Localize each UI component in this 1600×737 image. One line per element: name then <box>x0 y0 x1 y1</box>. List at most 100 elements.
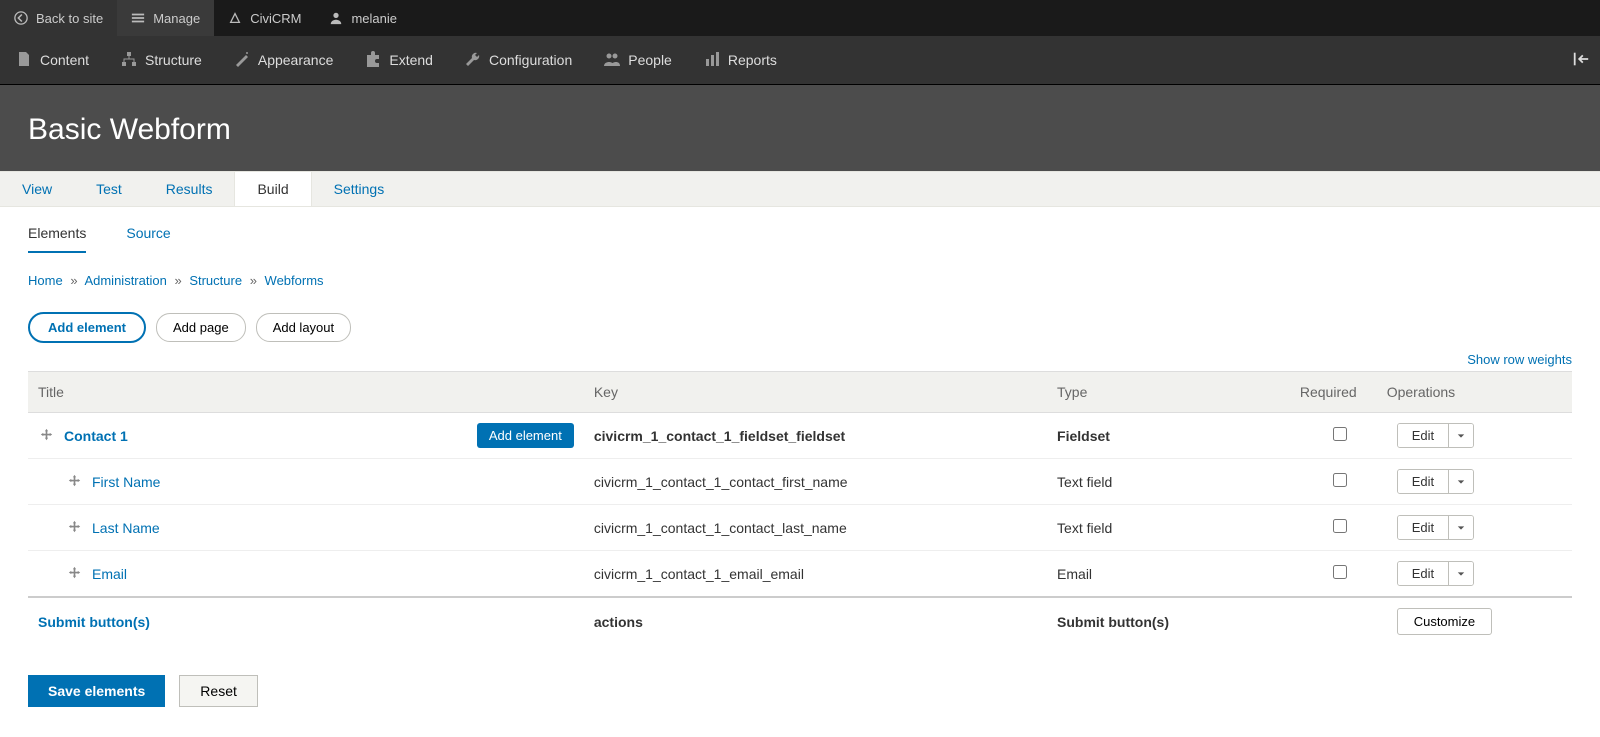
nav-extend[interactable]: Extend <box>349 36 449 84</box>
add-layout-button[interactable]: Add layout <box>256 313 351 342</box>
tab-results[interactable]: Results <box>144 172 235 206</box>
admin-toolbar: Content Structure Appearance Extend Conf… <box>0 36 1600 85</box>
tab-settings[interactable]: Settings <box>312 172 407 206</box>
show-row-weights-link[interactable]: Show row weights <box>1467 352 1572 367</box>
element-key: actions <box>584 597 1047 645</box>
nav-structure[interactable]: Structure <box>105 36 218 84</box>
hamburger-icon <box>131 11 145 25</box>
collapse-icon <box>1572 50 1590 71</box>
add-page-button[interactable]: Add page <box>156 313 246 342</box>
footer-actions: Save elements Reset <box>0 665 1600 737</box>
nav-appearance-label: Appearance <box>258 52 334 68</box>
manage-menu[interactable]: Manage <box>117 0 214 36</box>
element-title-link[interactable]: Last Name <box>92 520 160 536</box>
element-key: civicrm_1_contact_1_contact_last_name <box>584 505 1047 551</box>
reset-button[interactable]: Reset <box>179 675 258 707</box>
table-row: Last Name civicrm_1_contact_1_contact_las… <box>28 505 1572 551</box>
document-icon <box>16 51 32 70</box>
toolbar-collapse[interactable] <box>1562 36 1600 84</box>
bar-chart-icon <box>704 51 720 70</box>
element-type: Text field <box>1047 459 1263 505</box>
edit-button[interactable]: Edit <box>1398 516 1449 539</box>
wrench-icon <box>465 51 481 70</box>
element-type: Email <box>1047 551 1263 598</box>
page-title-area: Basic Webform <box>0 85 1600 171</box>
user-label: melanie <box>351 11 397 26</box>
breadcrumb-admin[interactable]: Administration <box>84 273 166 288</box>
drag-handle-icon[interactable] <box>66 520 82 536</box>
operations-dropdown[interactable] <box>1449 470 1473 493</box>
required-checkbox[interactable] <box>1333 565 1347 579</box>
element-title-link[interactable]: First Name <box>92 474 160 490</box>
element-title-link[interactable]: Submit button(s) <box>38 614 150 630</box>
customize-button[interactable]: Customize <box>1397 608 1492 635</box>
nav-configuration[interactable]: Configuration <box>449 36 588 84</box>
edit-button[interactable]: Edit <box>1398 424 1449 447</box>
drag-handle-icon[interactable] <box>38 428 54 444</box>
operations-dropdown[interactable] <box>1449 516 1473 539</box>
nav-extend-label: Extend <box>389 52 433 68</box>
drag-handle-icon[interactable] <box>66 474 82 490</box>
element-type: Fieldset <box>1047 413 1263 459</box>
breadcrumb-webforms[interactable]: Webforms <box>265 273 324 288</box>
subtab-elements[interactable]: Elements <box>28 225 86 253</box>
sitemap-icon <box>121 51 137 70</box>
tab-view[interactable]: View <box>0 172 74 206</box>
col-required: Required <box>1263 372 1387 413</box>
back-arrow-icon <box>14 11 28 25</box>
nav-content-label: Content <box>40 52 89 68</box>
row-add-element-button[interactable]: Add element <box>477 423 574 448</box>
required-checkbox[interactable] <box>1333 473 1347 487</box>
nav-content[interactable]: Content <box>0 36 105 84</box>
table-row: Submit button(s)actionsSubmit button(s)C… <box>28 597 1572 645</box>
manage-label: Manage <box>153 11 200 26</box>
civicrm-menu[interactable]: CiviCRM <box>214 0 315 36</box>
required-checkbox[interactable] <box>1333 519 1347 533</box>
user-icon <box>329 11 343 25</box>
nav-appearance[interactable]: Appearance <box>218 36 350 84</box>
element-key: civicrm_1_contact_1_email_email <box>584 551 1047 598</box>
breadcrumb-home[interactable]: Home <box>28 273 63 288</box>
table-row: First Name civicrm_1_contact_1_contact_fi… <box>28 459 1572 505</box>
col-type: Type <box>1047 372 1263 413</box>
puzzle-icon <box>365 51 381 70</box>
tab-test[interactable]: Test <box>74 172 144 206</box>
topbar: Back to site Manage CiviCRM melanie <box>0 0 1600 36</box>
tab-build[interactable]: Build <box>234 172 311 206</box>
col-key: Key <box>584 372 1047 413</box>
operations-dropdown[interactable] <box>1449 424 1473 447</box>
element-key: civicrm_1_contact_1_contact_first_name <box>584 459 1047 505</box>
element-title-link[interactable]: Email <box>92 566 127 582</box>
nav-people-label: People <box>628 52 672 68</box>
element-title-link[interactable]: Contact 1 <box>64 428 128 444</box>
nav-people[interactable]: People <box>588 36 688 84</box>
required-checkbox[interactable] <box>1333 427 1347 441</box>
drag-handle-icon[interactable] <box>66 566 82 582</box>
back-to-site-label: Back to site <box>36 11 103 26</box>
element-type: Submit button(s) <box>1047 597 1263 645</box>
nav-reports[interactable]: Reports <box>688 36 793 84</box>
breadcrumb-structure[interactable]: Structure <box>189 273 242 288</box>
col-operations: Operations <box>1387 372 1572 413</box>
element-key: civicrm_1_contact_1_fieldset_fieldset <box>584 413 1047 459</box>
table-row: Emailcivicrm_1_contact_1_email_emailEmai… <box>28 551 1572 598</box>
subtab-source[interactable]: Source <box>126 225 170 253</box>
back-to-site[interactable]: Back to site <box>0 0 117 36</box>
element-type: Text field <box>1047 505 1263 551</box>
civicrm-icon <box>228 11 242 25</box>
action-buttons: Add element Add page Add layout <box>0 288 1600 351</box>
add-element-button[interactable]: Add element <box>28 312 146 343</box>
nav-configuration-label: Configuration <box>489 52 572 68</box>
edit-button[interactable]: Edit <box>1398 562 1449 585</box>
nav-reports-label: Reports <box>728 52 777 68</box>
primary-tabs: View Test Results Build Settings <box>0 171 1600 207</box>
save-elements-button[interactable]: Save elements <box>28 675 165 707</box>
page-title: Basic Webform <box>28 113 1572 147</box>
elements-table: Title Key Type Required Operations Conta… <box>28 371 1572 645</box>
breadcrumb: Home » Administration » Structure » Webf… <box>0 253 1600 288</box>
col-title: Title <box>28 372 584 413</box>
table-row: Contact 1 Add element civicrm_1_contact_1_… <box>28 413 1572 459</box>
user-menu[interactable]: melanie <box>315 0 411 36</box>
operations-dropdown[interactable] <box>1449 562 1473 585</box>
edit-button[interactable]: Edit <box>1398 470 1449 493</box>
